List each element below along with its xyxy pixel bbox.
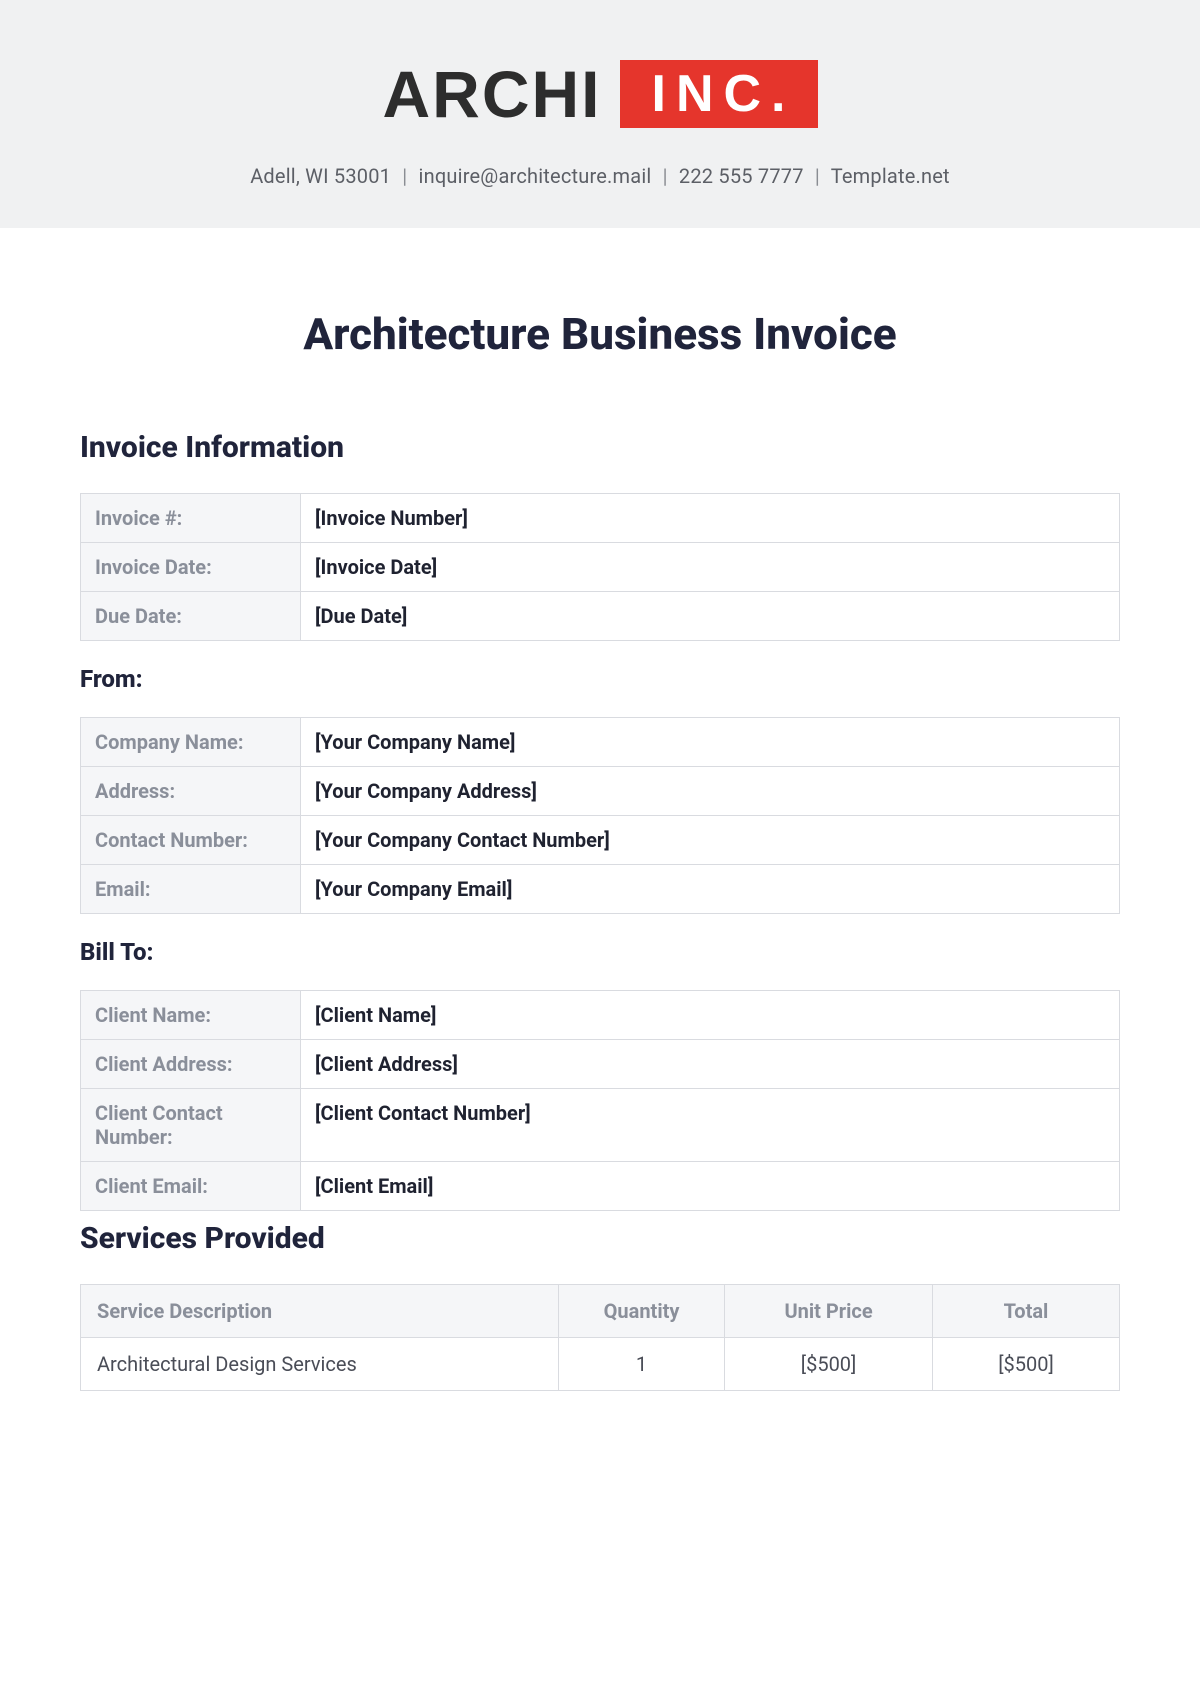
table-row: Client Contact Number: [Client Contact N… [81,1089,1120,1162]
document-title: Architecture Business Invoice [80,308,1120,360]
separator: | [663,164,668,188]
cell-total[interactable]: [$500] [932,1338,1119,1391]
field-label: Client Name: [81,991,301,1040]
col-quantity: Quantity [558,1285,724,1338]
col-total: Total [932,1285,1119,1338]
logo-text-archi: ARCHI [383,61,602,127]
table-row: Address: [Your Company Address] [81,767,1120,816]
field-value[interactable]: [Invoice Date] [301,543,1120,592]
table-row: Company Name: [Your Company Name] [81,718,1120,767]
field-value[interactable]: [Due Date] [301,592,1120,641]
table-row: Client Name: [Client Name] [81,991,1120,1040]
header-address: Adell, WI 53001 [250,164,391,188]
field-value[interactable]: [Your Company Name] [301,718,1120,767]
section-invoice-information: Invoice Information [80,430,1120,465]
separator: | [402,164,407,188]
field-value[interactable]: [Client Contact Number] [301,1089,1120,1162]
section-services-provided: Services Provided [80,1221,1120,1256]
cell-unit-price[interactable]: [$500] [725,1338,933,1391]
field-label: Due Date: [81,592,301,641]
header-site: Template.net [831,164,950,188]
table-row: Invoice Date: [Invoice Date] [81,543,1120,592]
table-row: Client Address: [Client Address] [81,1040,1120,1089]
table-row: Client Email: [Client Email] [81,1162,1120,1211]
services-table: Service Description Quantity Unit Price … [80,1284,1120,1391]
field-label: Invoice #: [81,494,301,543]
table-row: Email: [Your Company Email] [81,865,1120,914]
field-label: Client Address: [81,1040,301,1089]
table-row: Contact Number: [Your Company Contact Nu… [81,816,1120,865]
document-header: ARCHI INC. Adell, WI 53001 | inquire@arc… [0,0,1200,228]
field-value[interactable]: [Your Company Address] [301,767,1120,816]
separator: | [815,164,820,188]
col-service-description: Service Description [81,1285,559,1338]
field-value[interactable]: [Client Email] [301,1162,1120,1211]
header-phone: 222 555 7777 [679,164,804,188]
table-row: Architectural Design Services 1 [$500] [… [81,1338,1120,1391]
field-value[interactable]: [Your Company Contact Number] [301,816,1120,865]
logo: ARCHI INC. [383,60,818,128]
field-value[interactable]: [Client Address] [301,1040,1120,1089]
field-label: Contact Number: [81,816,301,865]
field-label: Company Name: [81,718,301,767]
field-label: Client Contact Number: [81,1089,301,1162]
field-value[interactable]: [Invoice Number] [301,494,1120,543]
document-body: Architecture Business Invoice Invoice In… [0,228,1200,1391]
field-label: Address: [81,767,301,816]
header-email: inquire@architecture.mail [419,164,652,188]
field-label: Client Email: [81,1162,301,1211]
invoice-info-table: Invoice #: [Invoice Number] Invoice Date… [80,493,1120,641]
bill-to-table: Client Name: [Client Name] Client Addres… [80,990,1120,1211]
field-value[interactable]: [Your Company Email] [301,865,1120,914]
section-from: From: [80,665,1120,693]
logo-badge-inc: INC. [620,60,818,128]
field-label: Email: [81,865,301,914]
table-row: Invoice #: [Invoice Number] [81,494,1120,543]
field-label: Invoice Date: [81,543,301,592]
col-unit-price: Unit Price [725,1285,933,1338]
cell-quantity[interactable]: 1 [558,1338,724,1391]
section-bill-to: Bill To: [80,938,1120,966]
table-header-row: Service Description Quantity Unit Price … [81,1285,1120,1338]
field-value[interactable]: [Client Name] [301,991,1120,1040]
cell-service-description[interactable]: Architectural Design Services [81,1338,559,1391]
table-row: Due Date: [Due Date] [81,592,1120,641]
from-table: Company Name: [Your Company Name] Addres… [80,717,1120,914]
header-contact-line: Adell, WI 53001 | inquire@architecture.m… [0,164,1200,188]
